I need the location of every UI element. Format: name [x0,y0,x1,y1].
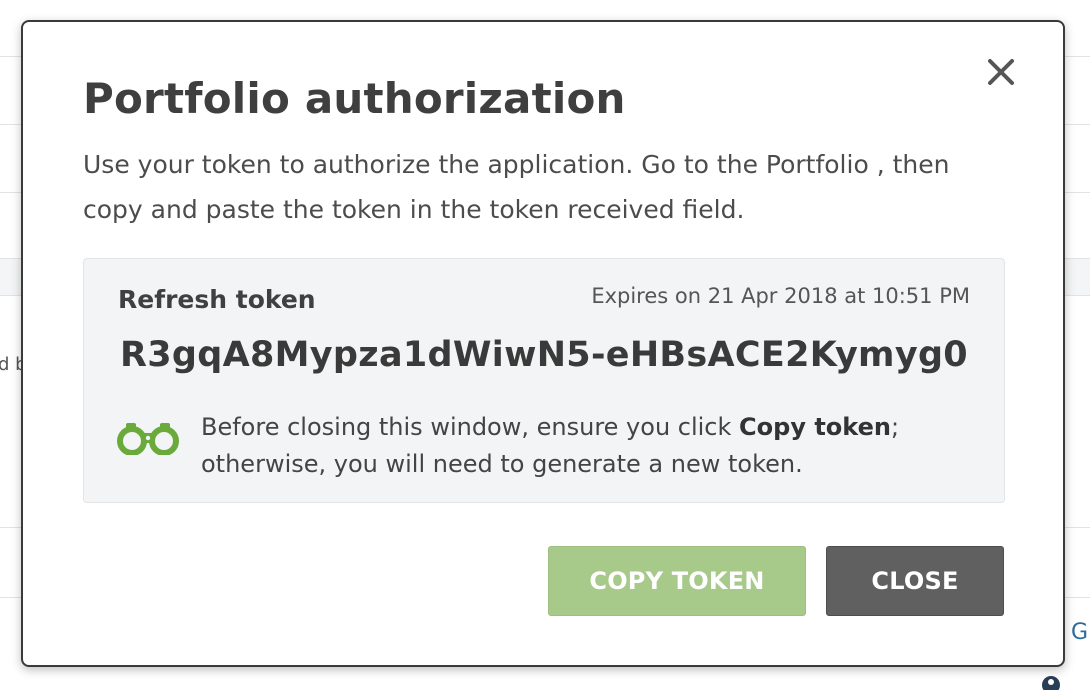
background-location-icon[interactable] [1042,676,1060,690]
token-expiry: Expires on 21 Apr 2018 at 10:51 PM [591,284,970,308]
modal-description: Use your token to authorize the applicat… [83,150,950,224]
token-warning: Before closing this window, ensure you c… [116,409,976,481]
token-label: Refresh token [118,285,316,314]
binoculars-icon [116,419,180,456]
background-link-fragment[interactable]: G [1071,620,1088,645]
warning-text-prefix: Before closing this window, ensure you c… [201,413,740,441]
portfolio-authorization-modal: Portfolio authorization Use your token t… [21,20,1065,667]
warning-text: Before closing this window, ensure you c… [201,409,971,483]
close-button[interactable]: CLOSE [826,546,1004,616]
copy-token-button[interactable]: COPY TOKEN [548,546,806,616]
token-value[interactable]: R3gqA8Mypza1dWiwN5-eHBsACE2Kymyg0 [84,335,1004,375]
token-panel: Refresh token Expires on 21 Apr 2018 at … [83,258,1005,503]
close-icon[interactable] [985,56,1017,88]
modal-title: Portfolio authorization [83,74,626,123]
warning-text-bold: Copy token [739,413,891,441]
